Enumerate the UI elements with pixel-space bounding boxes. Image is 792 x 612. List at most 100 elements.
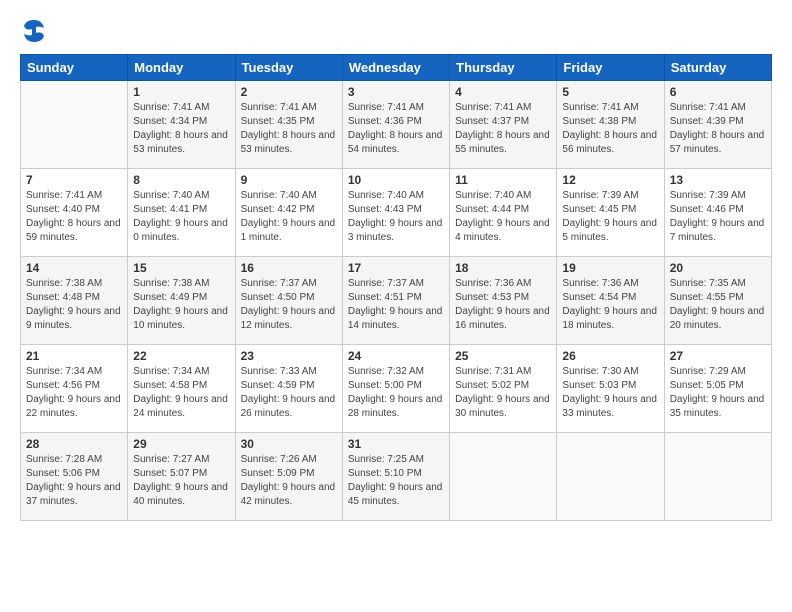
day-info: Sunrise: 7:41 AMSunset: 4:35 PMDaylight:… [241,101,337,157]
day-info: Sunrise: 7:34 AMSunset: 4:56 PMDaylight:… [26,365,122,421]
day-number: 19 [562,261,658,275]
calendar-cell: 11 Sunrise: 7:40 AMSunset: 4:44 PMDayligh… [450,169,557,257]
day-info: Sunrise: 7:35 AMSunset: 4:55 PMDaylight:… [670,277,766,333]
calendar-cell: 21 Sunrise: 7:34 AMSunset: 4:56 PMDayligh… [21,345,128,433]
weekday-header-monday: Monday [128,55,235,81]
day-number: 5 [562,85,658,99]
day-info: Sunrise: 7:41 AMSunset: 4:34 PMDaylight:… [133,101,229,157]
day-info: Sunrise: 7:41 AMSunset: 4:40 PMDaylight:… [26,189,122,245]
day-info: Sunrise: 7:27 AMSunset: 5:07 PMDaylight:… [133,453,229,509]
calendar-cell: 20 Sunrise: 7:35 AMSunset: 4:55 PMDayligh… [664,257,771,345]
calendar-cell: 2 Sunrise: 7:41 AMSunset: 4:35 PMDaylight… [235,81,342,169]
day-number: 2 [241,85,337,99]
calendar-cell: 15 Sunrise: 7:38 AMSunset: 4:49 PMDayligh… [128,257,235,345]
calendar-cell: 31Sunrise: 7:25 AMSunset: 5:10 PMDayligh… [342,433,449,521]
day-info: Sunrise: 7:30 AMSunset: 5:03 PMDaylight:… [562,365,658,421]
day-info: Sunrise: 7:34 AMSunset: 4:58 PMDaylight:… [133,365,229,421]
day-number: 30 [241,437,337,451]
calendar-cell: 12 Sunrise: 7:39 AMSunset: 4:45 PMDayligh… [557,169,664,257]
weekday-header-sunday: Sunday [21,55,128,81]
calendar-cell [664,433,771,521]
day-info: Sunrise: 7:41 AMSunset: 4:39 PMDaylight:… [670,101,766,157]
day-number: 14 [26,261,122,275]
calendar-cell: 28Sunrise: 7:28 AMSunset: 5:06 PMDayligh… [21,433,128,521]
day-number: 7 [26,173,122,187]
day-number: 4 [455,85,551,99]
day-info: Sunrise: 7:38 AMSunset: 4:48 PMDaylight:… [26,277,122,333]
calendar-week-row: 21 Sunrise: 7:34 AMSunset: 4:56 PMDayligh… [21,345,772,433]
day-number: 17 [348,261,444,275]
weekday-header-friday: Friday [557,55,664,81]
calendar-cell: 5Sunrise: 7:41 AMSunset: 4:38 PMDaylight… [557,81,664,169]
logo-icon [20,16,48,44]
calendar-cell: 6 Sunrise: 7:41 AMSunset: 4:39 PMDaylight… [664,81,771,169]
day-number: 6 [670,85,766,99]
weekday-header-saturday: Saturday [664,55,771,81]
calendar-cell: 9 Sunrise: 7:40 AMSunset: 4:42 PMDaylight… [235,169,342,257]
day-info: Sunrise: 7:33 AMSunset: 4:59 PMDaylight:… [241,365,337,421]
calendar-cell: 18Sunrise: 7:36 AMSunset: 4:53 PMDayligh… [450,257,557,345]
day-info: Sunrise: 7:31 AMSunset: 5:02 PMDaylight:… [455,365,551,421]
calendar-cell: 10Sunrise: 7:40 AMSunset: 4:43 PMDayligh… [342,169,449,257]
day-info: Sunrise: 7:41 AMSunset: 4:36 PMDaylight:… [348,101,444,157]
day-info: Sunrise: 7:36 AMSunset: 4:53 PMDaylight:… [455,277,551,333]
calendar-cell: 16Sunrise: 7:37 AMSunset: 4:50 PMDayligh… [235,257,342,345]
day-info: Sunrise: 7:40 AMSunset: 4:41 PMDaylight:… [133,189,229,245]
day-number: 1 [133,85,229,99]
day-number: 13 [670,173,766,187]
day-info: Sunrise: 7:38 AMSunset: 4:49 PMDaylight:… [133,277,229,333]
calendar-cell: 22 Sunrise: 7:34 AMSunset: 4:58 PMDayligh… [128,345,235,433]
day-info: Sunrise: 7:40 AMSunset: 4:44 PMDaylight:… [455,189,551,245]
day-number: 20 [670,261,766,275]
calendar-cell: 8 Sunrise: 7:40 AMSunset: 4:41 PMDaylight… [128,169,235,257]
calendar-cell: 7 Sunrise: 7:41 AMSunset: 4:40 PMDaylight… [21,169,128,257]
calendar-page: SundayMondayTuesdayWednesdayThursdayFrid… [0,0,792,612]
calendar-cell: 27 Sunrise: 7:29 AMSunset: 5:05 PMDayligh… [664,345,771,433]
calendar-cell: 3 Sunrise: 7:41 AMSunset: 4:36 PMDaylight… [342,81,449,169]
day-number: 27 [670,349,766,363]
calendar-cell: 17Sunrise: 7:37 AMSunset: 4:51 PMDayligh… [342,257,449,345]
day-info: Sunrise: 7:37 AMSunset: 4:50 PMDaylight:… [241,277,337,333]
logo [20,16,52,44]
day-number: 21 [26,349,122,363]
day-info: Sunrise: 7:29 AMSunset: 5:05 PMDaylight:… [670,365,766,421]
calendar-cell: 25 Sunrise: 7:31 AMSunset: 5:02 PMDayligh… [450,345,557,433]
day-info: Sunrise: 7:40 AMSunset: 4:43 PMDaylight:… [348,189,444,245]
header [20,16,772,44]
day-number: 3 [348,85,444,99]
day-number: 15 [133,261,229,275]
calendar-table: SundayMondayTuesdayWednesdayThursdayFrid… [20,54,772,521]
calendar-cell: 4 Sunrise: 7:41 AMSunset: 4:37 PMDaylight… [450,81,557,169]
weekday-header-row: SundayMondayTuesdayWednesdayThursdayFrid… [21,55,772,81]
day-info: Sunrise: 7:36 AMSunset: 4:54 PMDaylight:… [562,277,658,333]
calendar-week-row: 1 Sunrise: 7:41 AMSunset: 4:34 PMDaylight… [21,81,772,169]
weekday-header-wednesday: Wednesday [342,55,449,81]
day-number: 22 [133,349,229,363]
day-info: Sunrise: 7:41 AMSunset: 4:37 PMDaylight:… [455,101,551,157]
calendar-cell [557,433,664,521]
day-number: 8 [133,173,229,187]
day-info: Sunrise: 7:40 AMSunset: 4:42 PMDaylight:… [241,189,337,245]
calendar-cell: 24 Sunrise: 7:32 AMSunset: 5:00 PMDayligh… [342,345,449,433]
day-number: 24 [348,349,444,363]
day-number: 11 [455,173,551,187]
day-number: 25 [455,349,551,363]
day-info: Sunrise: 7:32 AMSunset: 5:00 PMDaylight:… [348,365,444,421]
calendar-cell [21,81,128,169]
calendar-cell: 13Sunrise: 7:39 AMSunset: 4:46 PMDayligh… [664,169,771,257]
weekday-header-thursday: Thursday [450,55,557,81]
calendar-cell: 29 Sunrise: 7:27 AMSunset: 5:07 PMDayligh… [128,433,235,521]
day-info: Sunrise: 7:25 AMSunset: 5:10 PMDaylight:… [348,453,444,509]
weekday-header-tuesday: Tuesday [235,55,342,81]
day-number: 29 [133,437,229,451]
calendar-week-row: 28Sunrise: 7:28 AMSunset: 5:06 PMDayligh… [21,433,772,521]
day-number: 12 [562,173,658,187]
calendar-cell: 19 Sunrise: 7:36 AMSunset: 4:54 PMDayligh… [557,257,664,345]
day-info: Sunrise: 7:39 AMSunset: 4:45 PMDaylight:… [562,189,658,245]
calendar-week-row: 14 Sunrise: 7:38 AMSunset: 4:48 PMDayligh… [21,257,772,345]
day-info: Sunrise: 7:26 AMSunset: 5:09 PMDaylight:… [241,453,337,509]
day-number: 23 [241,349,337,363]
day-info: Sunrise: 7:28 AMSunset: 5:06 PMDaylight:… [26,453,122,509]
calendar-week-row: 7 Sunrise: 7:41 AMSunset: 4:40 PMDaylight… [21,169,772,257]
day-number: 9 [241,173,337,187]
